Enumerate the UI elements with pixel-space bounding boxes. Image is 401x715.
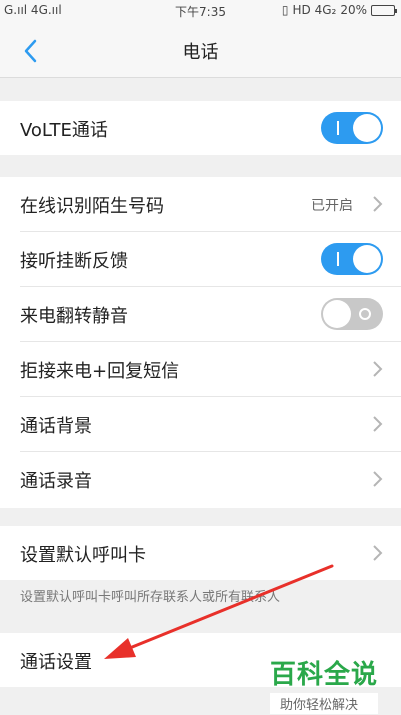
chevron-right-icon [373,196,383,212]
watermark-subtitle: 助你轻松解决 [270,693,379,714]
stranger-id-label: 在线识别陌生号码 [20,196,164,217]
stranger-id-row[interactable]: 在线识别陌生号码 已开启 [0,177,401,231]
flip-mute-label: 来电翻转静音 [20,306,128,327]
battery-icon [371,4,397,16]
vibrate-icon: ▯ [281,3,289,17]
volte-label: VoLTE通话 [20,120,108,141]
status-indicators: ▯ HD 4G₂ 20% [281,3,397,17]
battery-percent: 20% [340,3,367,17]
watermark-logo: 百科全说 助你轻松解决 [270,654,379,714]
answer-feedback-toggle[interactable] [321,243,383,275]
watermark-title: 百科全说 [270,660,379,690]
default-card-label: 设置默认呼叫卡 [20,545,146,566]
call-recording-row[interactable]: 通话录音 [0,452,401,506]
chevron-right-icon [373,361,383,377]
chevron-right-icon [373,416,383,432]
page-title: 电话 [182,42,219,63]
chevron-right-icon [373,545,383,561]
reject-sms-row[interactable]: 拒接来电+回复短信 [0,342,401,396]
chevron-right-icon [373,471,383,487]
call-settings-label: 通话设置 [20,652,92,673]
answer-feedback-label: 接听挂断反馈 [20,251,128,272]
volte-toggle[interactable] [321,112,383,144]
default-card-row[interactable]: 设置默认呼叫卡 [0,526,401,580]
app-header: 电话 [0,22,401,78]
stranger-id-status: 已开启 [311,198,353,214]
flip-mute-row[interactable]: 来电翻转静音 [0,287,401,341]
network-indicator: HD 4G₂ [292,3,337,17]
settings-group-main: 在线识别陌生号码 已开启 接听挂断反馈 来电翻转静音 拒接来电+回复短信 通话背… [0,177,401,508]
call-background-row[interactable]: 通话背景 [0,397,401,451]
reject-sms-label: 拒接来电+回复短信 [20,361,180,382]
volte-row[interactable]: VoLTE通话 [0,101,401,155]
answer-feedback-row[interactable]: 接听挂断反馈 [0,232,401,286]
default-card-hint: 设置默认呼叫卡呼叫所存联系人或所有联系人 [20,590,281,605]
call-recording-label: 通话录音 [20,471,92,492]
flip-mute-toggle[interactable] [321,298,383,330]
status-bar: G.ııl 4G.ııl 下午7:35 ▯ HD 4G₂ 20% [0,0,401,22]
call-background-label: 通话背景 [20,416,92,437]
